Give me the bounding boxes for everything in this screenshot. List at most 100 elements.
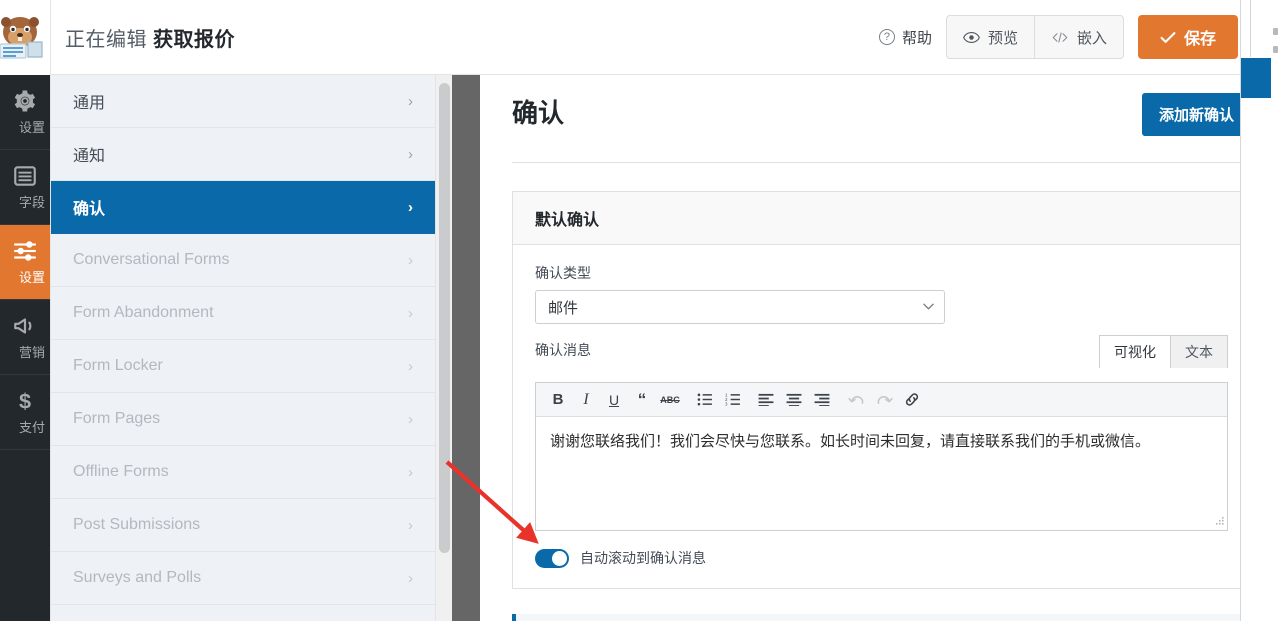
builder-topbar: 正在编辑 获取报价 ? 帮助 预览 嵌入 保存 <box>50 0 1283 75</box>
did-you-know-notice: 你知道吗? <box>512 614 1251 621</box>
confirmation-type-value: 邮件 <box>548 299 579 317</box>
chevron-right-icon: › <box>408 145 413 163</box>
wp-menu-label: 设置 <box>18 120 45 135</box>
dollar-icon: $ <box>19 389 31 414</box>
bulleted-list-icon[interactable] <box>692 389 716 411</box>
editor-mode-tabs: 可视化 文本 <box>1099 335 1228 368</box>
sidebar-item-label: Form Locker <box>73 357 163 374</box>
editor-toolbar: B I U “ ABC 1 2 3 <box>536 383 1227 417</box>
wp-menu-label: 设置 <box>18 270 45 285</box>
code-icon <box>1052 31 1068 43</box>
sidebar-item-offline-forms[interactable]: Offline Forms › <box>51 446 435 499</box>
blockquote-icon[interactable]: “ <box>630 389 654 411</box>
align-left-icon[interactable] <box>754 389 778 411</box>
align-center-icon[interactable] <box>782 389 806 411</box>
toggle-knob <box>552 550 567 566</box>
sidebar-scrollbar-thumb[interactable] <box>439 83 450 553</box>
main-header: 确认 添加新确认 <box>480 75 1283 136</box>
right-edge-divider <box>1250 0 1251 57</box>
sidebar-item-label: Surveys and Polls <box>73 569 202 586</box>
sidebar-item-form-pages[interactable]: Form Pages › <box>51 393 435 446</box>
sidebar-item-post-submissions[interactable]: Post Submissions › <box>51 499 435 552</box>
sidebar-scrollbar[interactable] <box>435 75 452 621</box>
wp-menu-item-payments[interactable]: $ 支付 <box>0 375 50 450</box>
panel-gutter <box>452 75 480 621</box>
chevron-right-icon: › <box>408 516 413 534</box>
undo-icon[interactable] <box>844 389 868 411</box>
resize-handle[interactable] <box>1213 516 1225 528</box>
sliders-icon <box>14 241 36 261</box>
sidebar-item-conversational-forms[interactable]: Conversational Forms › <box>51 234 435 287</box>
help-button[interactable]: ? 帮助 <box>878 27 932 48</box>
save-button[interactable]: 保存 <box>1137 15 1238 59</box>
confirmation-message-text: 谢谢您联络我们！我们会尽快与您联系。如长时间未回复，请直接联系我们的手机或微信。 <box>550 433 1151 450</box>
sidebar-item-label: Conversational Forms <box>73 251 230 268</box>
help-label: 帮助 <box>901 29 932 47</box>
wp-admin-sidebar: 设置 字段 设置 营销 $ 支付 <box>0 0 50 621</box>
gear-icon <box>14 90 36 112</box>
sidebar-item-通用[interactable]: 通用 › <box>51 75 435 128</box>
editor-content-area[interactable]: 谢谢您联络我们！我们会尽快与您联系。如长时间未回复，请直接联系我们的手机或微信。 <box>536 417 1227 530</box>
bold-icon[interactable]: B <box>546 389 570 411</box>
chevron-right-icon: › <box>408 410 413 428</box>
align-right-icon[interactable] <box>810 389 834 411</box>
confirmation-type-label: 确认类型 <box>535 265 591 281</box>
save-label: 保存 <box>1183 31 1216 48</box>
settings-panel-sidebar: 通用 › 通知 › 确认 › Conversational Forms › Form Aband… <box>50 75 435 621</box>
wp-menu-item-fields[interactable]: 字段 <box>0 150 50 225</box>
tab-visual[interactable]: 可视化 <box>1099 335 1171 368</box>
header-divider <box>512 162 1251 163</box>
beaver-mascot-icon <box>0 17 43 59</box>
megaphone-icon <box>14 318 32 334</box>
redo-icon[interactable] <box>872 389 896 411</box>
settings-main-content: 确认 添加新确认 默认确认 确认类型 邮件 确认消息 可视化 文本 B I U … <box>480 75 1283 621</box>
wp-menu-item-settings-general[interactable]: 设置 <box>0 75 50 150</box>
question-circle-icon: ? <box>878 29 895 45</box>
topbar-actions: ? 帮助 预览 嵌入 保存 <box>878 15 1283 59</box>
add-new-confirmation-button[interactable]: 添加新确认 <box>1141 93 1251 136</box>
chevron-right-icon: › <box>408 92 413 110</box>
strikethrough-icon[interactable]: ABC <box>658 389 682 411</box>
auto-scroll-toggle[interactable] <box>535 548 569 568</box>
form-name: 获取报价 <box>153 28 236 51</box>
sidebar-item-通知[interactable]: 通知 › <box>51 128 435 181</box>
chevron-right-icon: › <box>408 198 413 216</box>
confirmation-type-select-wrap: 邮件 <box>535 290 945 324</box>
fields-icon <box>14 166 36 186</box>
right-edge-dots <box>1273 28 1278 64</box>
sidebar-item-label: Offline Forms <box>73 463 169 480</box>
svg-text:3: 3 <box>725 402 728 406</box>
embed-button[interactable]: 嵌入 <box>1034 15 1124 59</box>
wp-menu-item-settings[interactable]: 设置 <box>0 225 50 300</box>
sidebar-item-form-locker[interactable]: Form Locker › <box>51 340 435 393</box>
embed-label: 嵌入 <box>1076 29 1107 47</box>
underline-icon[interactable]: U <box>602 389 626 411</box>
sidebar-item-surveys-and-polls[interactable]: Surveys and Polls › <box>51 552 435 605</box>
rich-text-editor: B I U “ ABC 1 2 3 谢谢您联络我们！我们会尽快与您联系。如长时间… <box>535 382 1228 531</box>
sidebar-item-label: Post Submissions <box>73 516 201 533</box>
default-confirmation-card: 默认确认 确认类型 邮件 确认消息 可视化 文本 B I U “ ABC 1 2… <box>512 191 1251 589</box>
confirmation-message-block: 确认消息 可视化 文本 B I U “ ABC 1 2 3 谢谢您联络我们！我们… <box>535 335 1228 531</box>
preview-button[interactable]: 预览 <box>945 15 1035 59</box>
italic-icon[interactable]: I <box>574 389 598 411</box>
confirmation-type-select[interactable]: 邮件 <box>535 290 945 324</box>
sidebar-item-确认[interactable]: 确认 › <box>51 181 435 234</box>
editing-prefix: 正在编辑 <box>65 28 147 51</box>
sidebar-item-label: Form Pages <box>73 410 161 427</box>
link-icon[interactable] <box>900 389 924 411</box>
numbered-list-icon[interactable]: 1 2 3 <box>720 389 744 411</box>
wp-menu-label: 营销 <box>18 345 45 360</box>
wp-menu-item-marketing[interactable]: 营销 <box>0 300 50 375</box>
card-body: 确认类型 邮件 确认消息 可视化 文本 B I U “ ABC 1 2 3 谢谢… <box>513 245 1250 588</box>
auto-scroll-row: 自动滚动到确认消息 <box>535 548 1228 568</box>
card-title: 默认确认 <box>513 192 1250 245</box>
svg-text:$: $ <box>19 389 31 414</box>
sidebar-item-form-abandonment[interactable]: Form Abandonment › <box>51 287 435 340</box>
sidebar-item-label: 确认 <box>73 201 106 218</box>
dot-icon <box>1273 28 1278 35</box>
wp-admin-menu-list: 设置 字段 设置 营销 $ 支付 <box>0 75 50 450</box>
tab-text[interactable]: 文本 <box>1171 335 1228 368</box>
wp-admin-logo-area <box>0 0 50 75</box>
section-title: 确认 <box>512 98 565 128</box>
preview-label: 预览 <box>987 29 1018 47</box>
